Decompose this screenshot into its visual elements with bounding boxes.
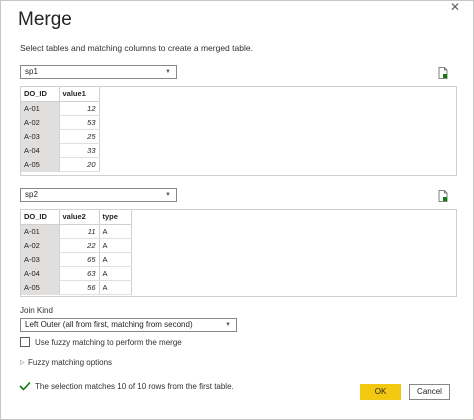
second-table-grid: DO_ID value2 type A-01 11 A A-02 22 A A-…: [21, 210, 132, 295]
table-cell: A-03: [21, 129, 60, 144]
table-cell: A: [99, 266, 132, 281]
table-cell: A-04: [21, 266, 60, 281]
chevron-down-icon: ▼: [165, 192, 171, 198]
fuzzy-matching-label[interactable]: Use fuzzy matching to perform the merge: [35, 338, 182, 347]
table-cell: A-04: [21, 143, 60, 158]
table-cell: 25: [59, 129, 100, 144]
table-cell: 65: [59, 252, 100, 267]
column-header[interactable]: type: [99, 210, 132, 225]
chevron-down-icon: ▼: [165, 69, 171, 75]
second-table-select-value: sp2: [25, 190, 38, 199]
second-table-preview: DO_ID value2 type A-01 11 A A-02 22 A A-…: [20, 209, 457, 297]
table-cell: A-01: [21, 224, 60, 239]
check-icon: [19, 381, 31, 391]
join-kind-label: Join Kind: [20, 306, 53, 315]
table-cell: 56: [59, 280, 100, 295]
table-cell: A-02: [21, 115, 60, 130]
table-cell: A-02: [21, 238, 60, 253]
table-cell: A: [99, 252, 132, 267]
dialog-title: Merge: [18, 9, 72, 30]
chevron-down-icon: ▼: [225, 322, 231, 328]
first-table-grid: DO_ID value1 A-01 12 A-02 53 A-03 25 A-0…: [21, 87, 100, 172]
column-header[interactable]: value2: [59, 210, 100, 225]
table-cell: 22: [59, 238, 100, 253]
first-table-preview: DO_ID value1 A-01 12 A-02 53 A-03 25 A-0…: [20, 86, 457, 176]
dialog-subtitle: Select tables and matching columns to cr…: [20, 43, 253, 53]
document-icon[interactable]: [438, 67, 448, 79]
ok-button[interactable]: OK: [360, 384, 401, 400]
join-kind-select[interactable]: Left Outer (all from first, matching fro…: [20, 318, 237, 332]
close-icon[interactable]: ✕: [445, 1, 465, 13]
table-cell: A-05: [21, 157, 60, 172]
column-header[interactable]: DO_ID: [21, 210, 60, 225]
table-cell: 33: [59, 143, 100, 158]
first-table-select-value: sp1: [25, 67, 38, 76]
table-row: A-05 20: [21, 157, 100, 172]
table-cell: A: [99, 224, 132, 239]
fuzzy-matching-checkbox[interactable]: [20, 337, 30, 347]
document-icon[interactable]: [438, 190, 448, 202]
table-cell: A-05: [21, 280, 60, 295]
table-cell: 11: [59, 224, 100, 239]
chevron-right-icon[interactable]: ▷: [20, 359, 25, 366]
column-header[interactable]: value1: [59, 87, 100, 102]
first-table-select[interactable]: sp1 ▼: [20, 65, 177, 79]
table-row: A-01 12: [21, 101, 100, 116]
table-cell: A: [99, 238, 132, 253]
table-row: A-01 11 A: [21, 224, 132, 239]
table-row: A-02 22 A: [21, 238, 132, 253]
table-cell: 63: [59, 266, 100, 281]
table-cell: 20: [59, 157, 100, 172]
table-row: A-04 33: [21, 143, 100, 158]
table-cell: 53: [59, 115, 100, 130]
column-header[interactable]: DO_ID: [21, 87, 60, 102]
table-cell: A-01: [21, 101, 60, 116]
table-row: A-03 25: [21, 129, 100, 144]
join-kind-select-value: Left Outer (all from first, matching fro…: [25, 320, 193, 329]
table-cell: 12: [59, 101, 100, 116]
table-row: A-05 56 A: [21, 280, 132, 295]
table-row: A-02 53: [21, 115, 100, 130]
table-row: A-04 63 A: [21, 266, 132, 281]
table-cell: A-03: [21, 252, 60, 267]
table-row: A-03 65 A: [21, 252, 132, 267]
match-status-text: The selection matches 10 of 10 rows from…: [35, 382, 234, 391]
fuzzy-options-toggle[interactable]: Fuzzy matching options: [28, 358, 112, 367]
merge-dialog: ✕ Merge Select tables and matching colum…: [0, 0, 474, 420]
second-table-select[interactable]: sp2 ▼: [20, 188, 177, 202]
table-cell: A: [99, 280, 132, 295]
cancel-button[interactable]: Cancel: [409, 384, 450, 400]
